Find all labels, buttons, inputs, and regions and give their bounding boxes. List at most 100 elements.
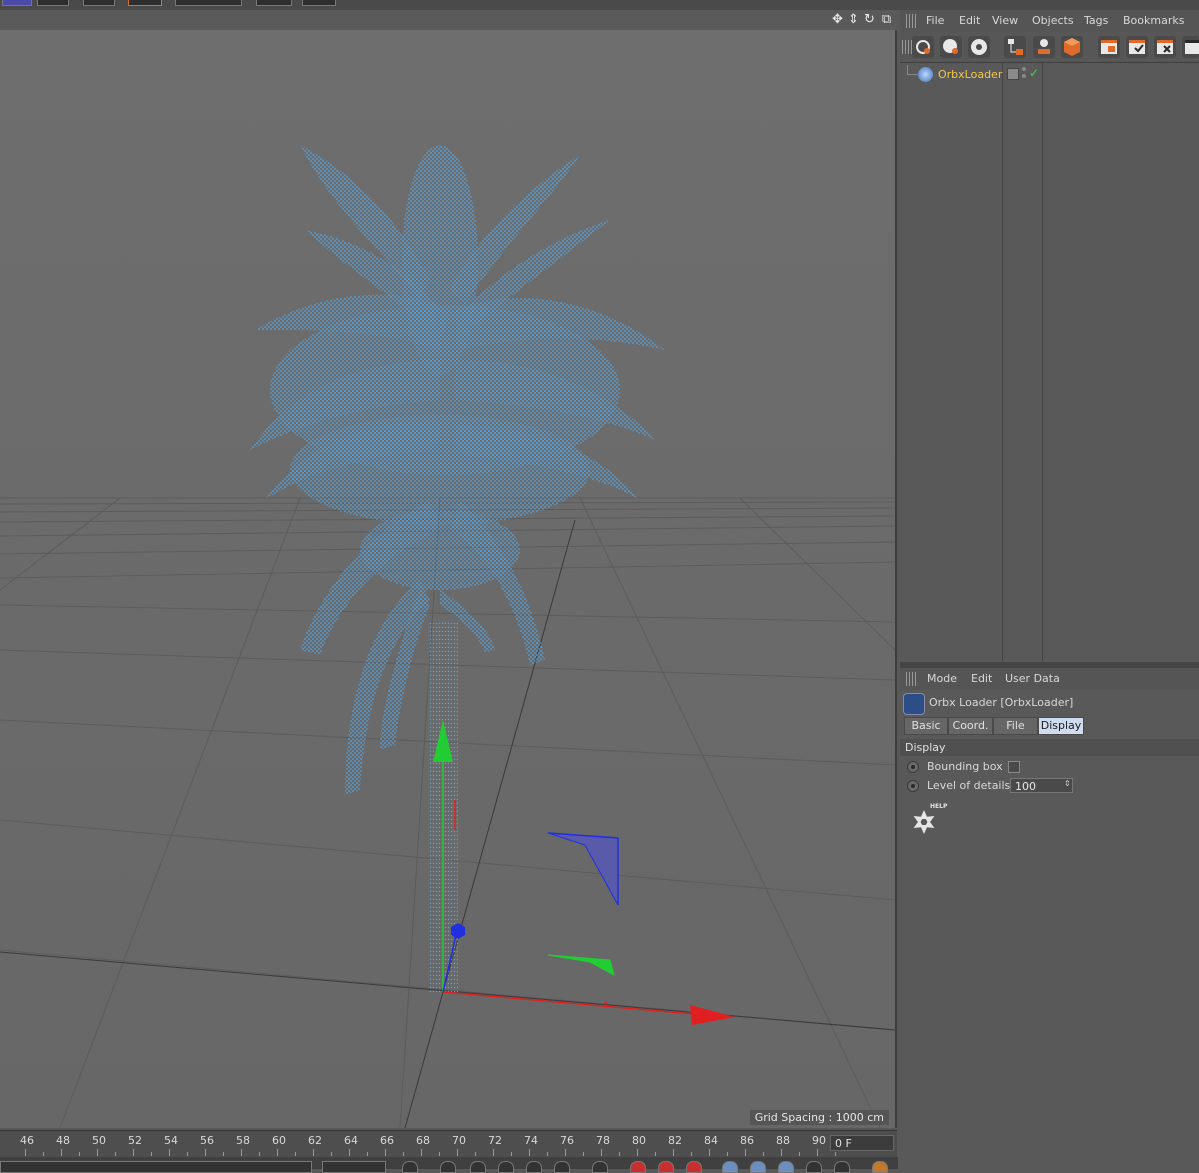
panel-grip-icon[interactable] <box>906 14 916 28</box>
bounding-box-animate-radio[interactable] <box>907 761 919 773</box>
timeline-tick-mark <box>583 1152 584 1156</box>
playback-button[interactable] <box>526 1161 542 1173</box>
timeline-tick-mark <box>817 1149 818 1156</box>
panel-grip-icon[interactable] <box>902 40 912 54</box>
timeline-tick-mark <box>565 1149 566 1156</box>
layer-remove-icon[interactable] <box>1154 36 1176 58</box>
timeline-tick-mark <box>61 1149 62 1156</box>
record-button[interactable] <box>686 1161 702 1173</box>
timeline-tick-label: 80 <box>632 1134 646 1147</box>
object-tree[interactable] <box>900 63 1199 661</box>
timeline-tick-label: 56 <box>200 1134 214 1147</box>
timeline-tick-mark <box>511 1152 512 1156</box>
toolbar-button-fragment[interactable] <box>2 0 32 6</box>
record-button[interactable] <box>658 1161 674 1173</box>
timeline-tick-mark <box>169 1149 170 1156</box>
timeline-tick-mark <box>835 1152 836 1156</box>
menu-file[interactable]: File <box>926 14 944 27</box>
timeline-tick-mark <box>403 1152 404 1156</box>
timeline-tick-label: 84 <box>704 1134 718 1147</box>
viewport-scene <box>0 30 895 1128</box>
record-button[interactable] <box>630 1161 646 1173</box>
menu-edit[interactable]: Edit <box>959 14 980 27</box>
filter-gear-icon[interactable] <box>968 36 990 58</box>
timeline-tick-label: 72 <box>488 1134 502 1147</box>
key-button[interactable] <box>872 1161 888 1173</box>
key-button[interactable] <box>806 1161 822 1173</box>
menu-view[interactable]: View <box>992 14 1018 27</box>
timeline-tick-mark <box>259 1152 260 1156</box>
visibility-toggle-icon[interactable] <box>1007 68 1019 80</box>
enabled-check-icon[interactable]: ✓ <box>1029 66 1039 80</box>
playback-button[interactable] <box>440 1161 456 1173</box>
toolbar-button-fragment[interactable] <box>83 0 115 6</box>
toolbar-button-fragment[interactable] <box>128 0 162 6</box>
panel-grip-icon[interactable] <box>906 672 916 686</box>
level-of-details-animate-radio[interactable] <box>907 780 919 792</box>
timeline-scrubber[interactable] <box>0 1161 312 1173</box>
toolbar-button-fragment[interactable] <box>175 0 242 6</box>
toolbar-button-fragment[interactable] <box>302 0 336 6</box>
timeline-ruler[interactable]: 46 48 50 52 54 56 58 60 62 64 66 68 70 72 74 76 78 80 82 84… <box>0 1130 897 1157</box>
timeline-tick-mark <box>547 1152 548 1156</box>
layer-check-icon[interactable] <box>1126 36 1148 58</box>
key-button[interactable] <box>722 1161 738 1173</box>
tab-file[interactable]: File <box>993 717 1038 735</box>
bounding-box-checkbox[interactable] <box>1008 761 1020 773</box>
3d-viewport[interactable]: Grid Spacing : 1000 cm <box>0 30 897 1128</box>
attribute-manager-menubar: Mode Edit User Data <box>900 668 1199 690</box>
timeline-tick-label: 88 <box>776 1134 790 1147</box>
timeline-tick-label: 90 <box>812 1134 826 1147</box>
object-person-icon[interactable] <box>1033 36 1055 58</box>
toolbar-button-fragment[interactable] <box>256 0 292 6</box>
navigation-tool-icon[interactable] <box>912 36 934 58</box>
timeline-tick-mark <box>295 1152 296 1156</box>
menu-mode[interactable]: Mode <box>927 672 957 685</box>
move-view-icon[interactable]: ✥ <box>830 12 845 27</box>
current-frame-field[interactable]: 0 F <box>830 1135 894 1151</box>
top-toolbar-strip <box>0 0 1199 10</box>
key-button[interactable] <box>750 1161 766 1173</box>
tab-coord[interactable]: Coord. <box>948 717 993 735</box>
timeline-tick-mark <box>709 1149 710 1156</box>
timeline-tick-mark <box>421 1149 422 1156</box>
zoom-view-icon[interactable]: ⇕ <box>846 12 861 27</box>
render-visibility-dot[interactable] <box>1022 74 1026 78</box>
playback-button[interactable] <box>402 1161 418 1173</box>
tree-branch-line <box>907 65 918 75</box>
tab-basic[interactable]: Basic <box>904 717 948 735</box>
key-button[interactable] <box>834 1161 850 1173</box>
editor-visibility-dot[interactable] <box>1022 67 1026 71</box>
menu-user-data[interactable]: User Data <box>1005 672 1060 685</box>
menu-bookmarks[interactable]: Bookmarks <box>1123 14 1184 27</box>
timeline-tick-mark <box>331 1152 332 1156</box>
timeline-tick-label: 82 <box>668 1134 682 1147</box>
search-object-icon[interactable] <box>940 36 962 58</box>
cube-icon[interactable] <box>1061 36 1083 58</box>
playback-button[interactable] <box>470 1161 486 1173</box>
menu-objects[interactable]: Objects <box>1032 14 1074 27</box>
object-name-orbxloader[interactable]: OrbxLoader <box>938 68 1002 81</box>
timeline-tick-label: 78 <box>596 1134 610 1147</box>
key-button[interactable] <box>778 1161 794 1173</box>
layer-table-icon[interactable] <box>1098 36 1120 58</box>
playback-button[interactable] <box>592 1161 608 1173</box>
playback-button[interactable] <box>498 1161 514 1173</box>
toolbar-button-fragment[interactable] <box>37 0 69 6</box>
frame-range-field[interactable] <box>322 1161 386 1173</box>
timeline-tick-mark <box>277 1149 278 1156</box>
playback-button[interactable] <box>554 1161 570 1173</box>
timeline-tick-mark <box>529 1149 530 1156</box>
timeline-tick-mark <box>601 1149 602 1156</box>
rotate-view-icon[interactable]: ↻ <box>862 12 877 27</box>
timeline-tick-label: 62 <box>308 1134 322 1147</box>
orbx-loader-icon <box>903 693 925 715</box>
octane-help-icon[interactable]: HELP <box>905 803 950 837</box>
menu-edit[interactable]: Edit <box>971 672 992 685</box>
hierarchy-icon[interactable] <box>1004 36 1026 58</box>
menu-tags[interactable]: Tags <box>1084 14 1108 27</box>
clapper-icon[interactable] <box>1182 36 1199 58</box>
stepper-arrows-icon[interactable]: ⇕ <box>1064 779 1071 788</box>
toggle-layout-icon[interactable]: ⧉ <box>879 12 894 27</box>
tab-display[interactable]: Display <box>1038 717 1084 735</box>
